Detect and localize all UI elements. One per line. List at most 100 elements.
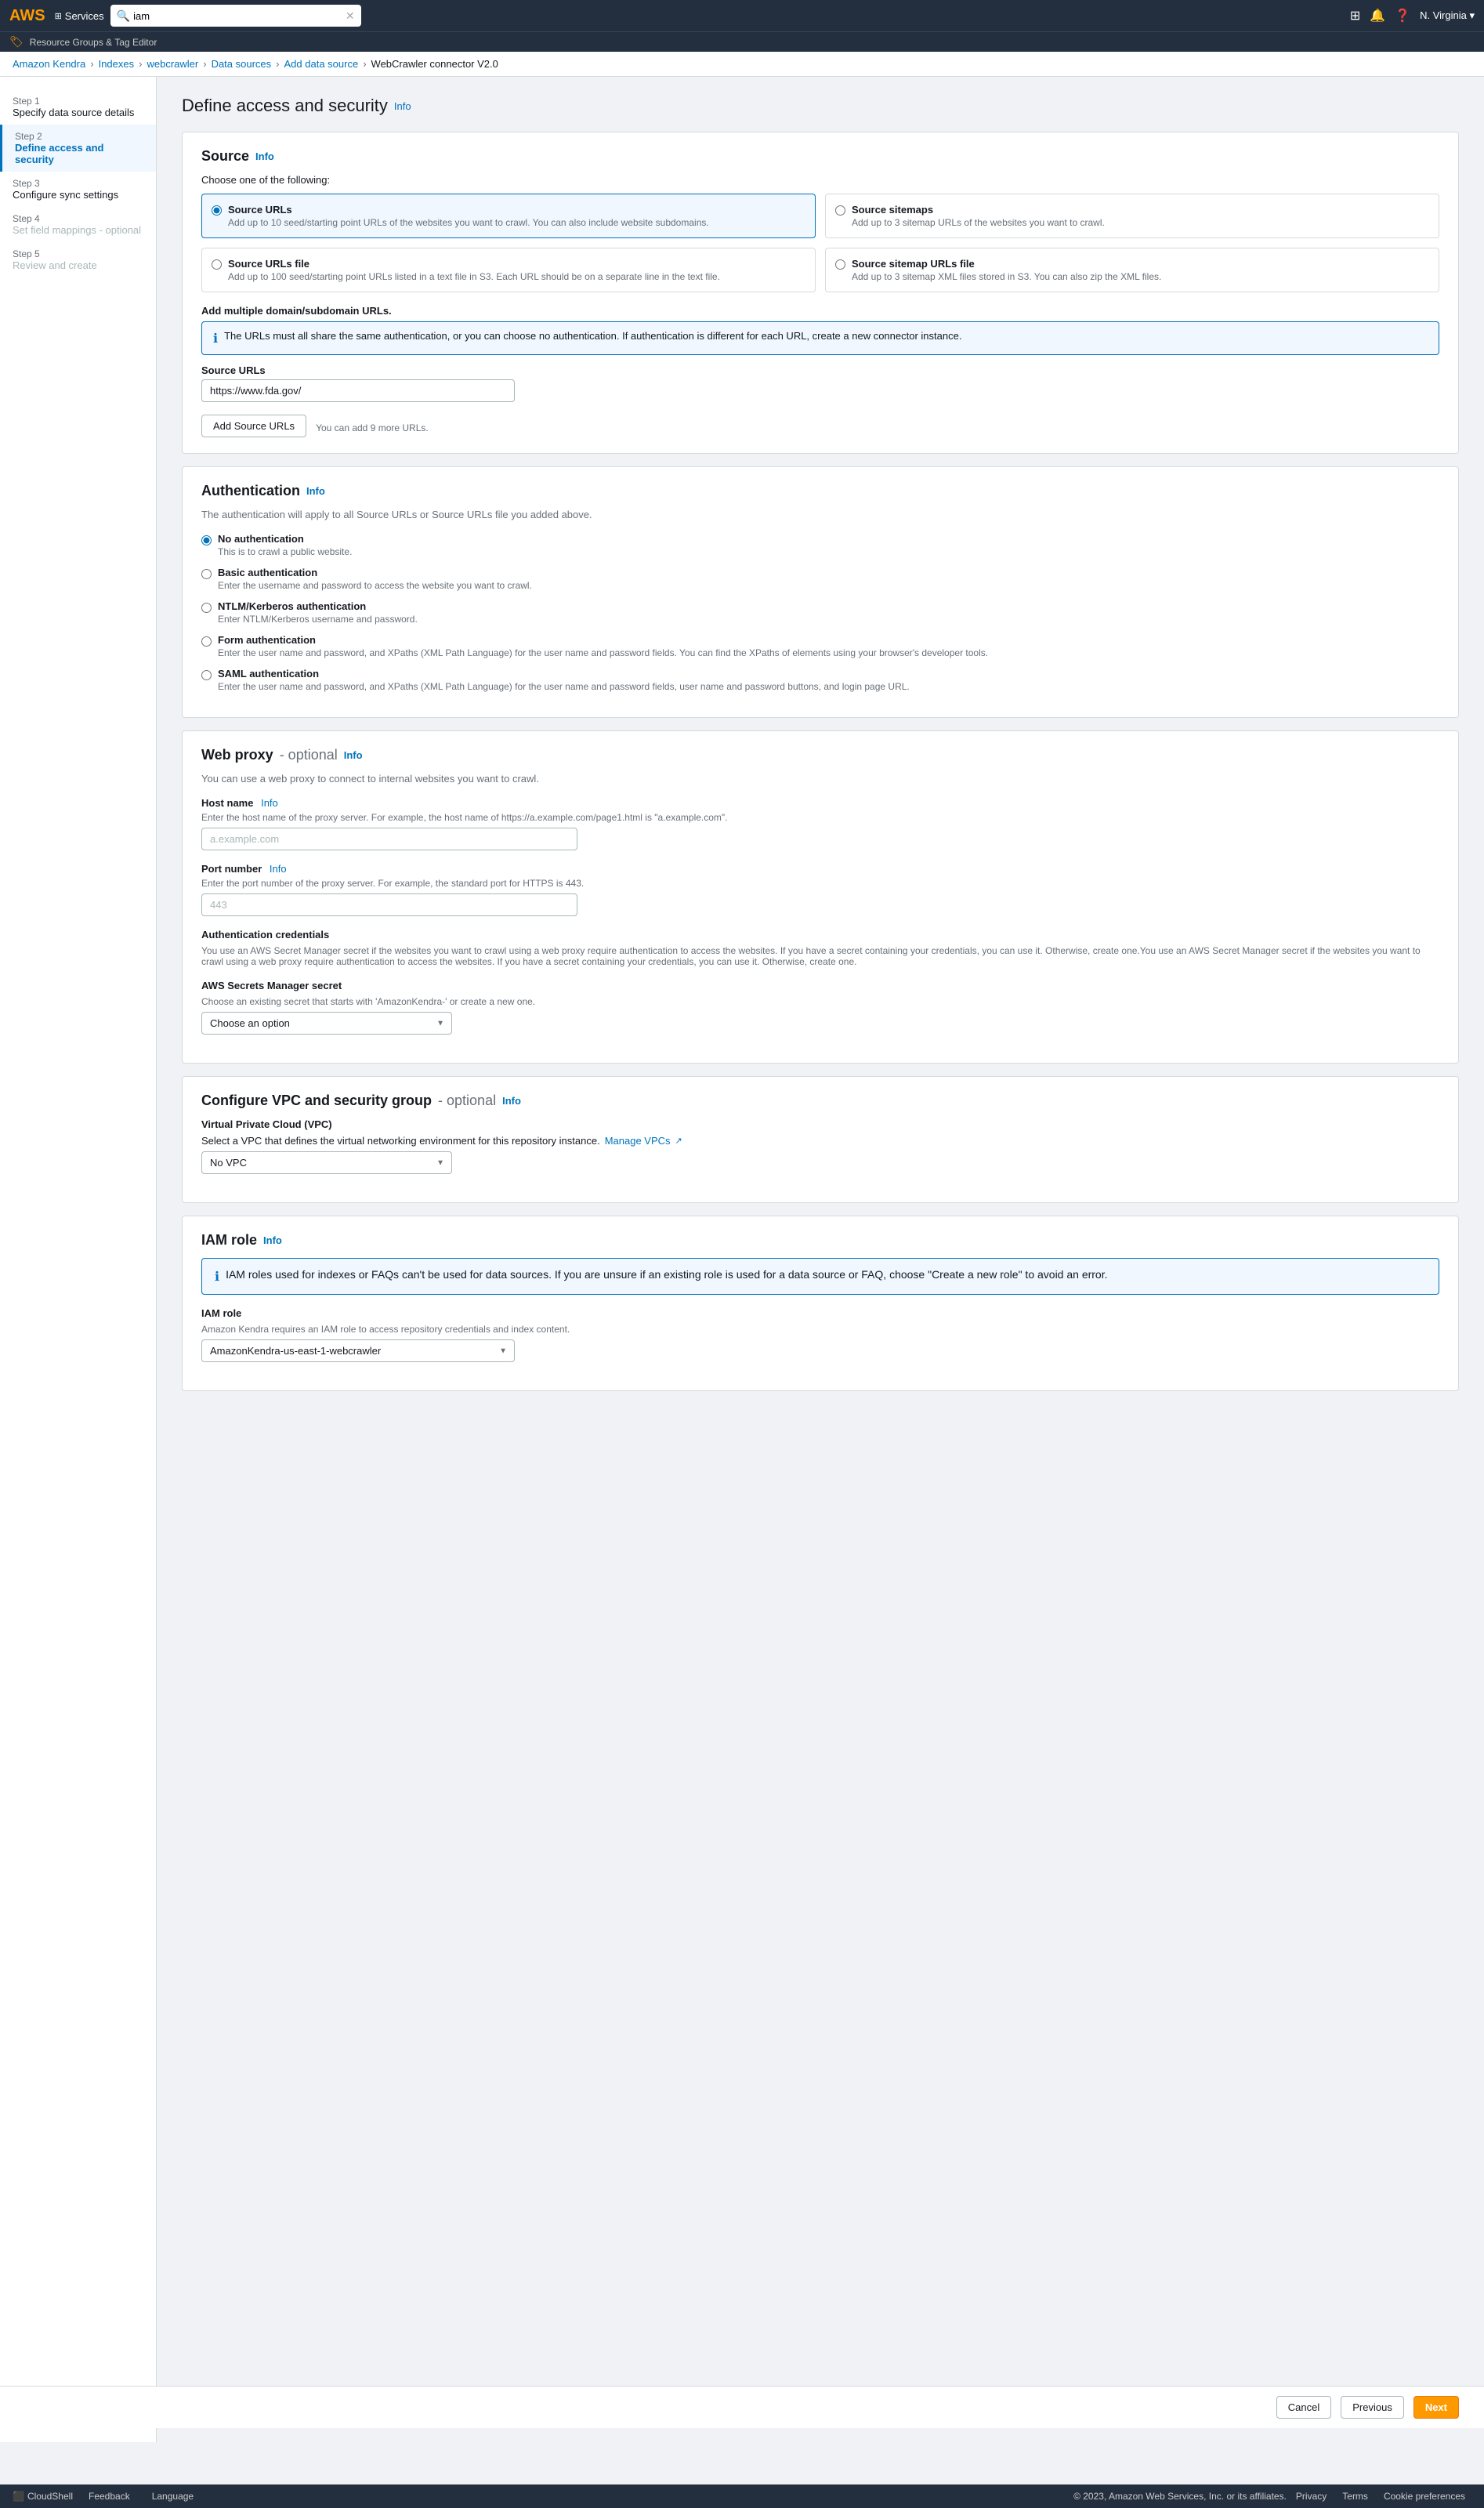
form-auth-desc: Enter the user name and password, and XP…	[218, 647, 988, 658]
resource-bar-icon: 🏷	[9, 35, 24, 49]
iam-role-section: IAM role Info ℹ IAM roles used for index…	[182, 1216, 1459, 1391]
step-1-title: Specify data source details	[13, 107, 143, 118]
breadcrumb-sep-1: ›	[90, 58, 93, 70]
no-auth-radio[interactable]	[201, 535, 212, 545]
sidebar-step-1[interactable]: Step 1 Specify data source details	[0, 89, 156, 125]
main-content: Define access and security Info Source I…	[157, 77, 1484, 2442]
breadcrumb: Amazon Kendra › Indexes › webcrawler › D…	[0, 52, 1484, 77]
source-sitemap-urls-file-radio[interactable]	[835, 259, 845, 270]
saml-auth-label-wrap: SAML authentication Enter the user name …	[218, 668, 910, 692]
source-urls-radio[interactable]	[212, 205, 222, 216]
port-number-info-link[interactable]: Info	[270, 863, 287, 875]
iam-role-select[interactable]: AmazonKendra-us-east-1-webcrawler	[201, 1339, 515, 1362]
services-menu[interactable]: ⊞ Services	[55, 10, 104, 22]
port-number-group: Port number Info Enter the port number o…	[201, 863, 1439, 916]
breadcrumb-data-sources[interactable]: Data sources	[212, 58, 272, 70]
aws-secret-select-wrap: Choose an option	[201, 1012, 452, 1035]
saml-auth-title: SAML authentication	[218, 668, 910, 680]
source-info-link[interactable]: Info	[255, 150, 274, 162]
sidebar-step-3[interactable]: Step 3 Configure sync settings	[0, 172, 156, 207]
resource-bar: 🏷 Resource Groups & Tag Editor	[0, 31, 1484, 52]
sidebar-step-5[interactable]: Step 5 Review and create	[0, 242, 156, 277]
source-url-input-wrap	[201, 379, 577, 402]
source-urls-file-desc: Add up to 100 seed/starting point URLs l…	[228, 271, 720, 282]
can-add-more-text: You can add 9 more URLs.	[316, 422, 429, 433]
footer-right: © 2023, Amazon Web Services, Inc. or its…	[1073, 2491, 1471, 2502]
cloudshell-link[interactable]: ⬛ CloudShell	[13, 2491, 73, 2502]
source-section: Source Info Choose one of the following:…	[182, 132, 1459, 454]
host-name-desc: Enter the host name of the proxy server.…	[201, 812, 1439, 823]
form-auth-label-wrap: Form authentication Enter the user name …	[218, 634, 988, 658]
basic-auth-row[interactable]: Basic authentication Enter the username …	[201, 567, 1439, 591]
source-urls-option[interactable]: Source URLs Add up to 10 seed/starting p…	[201, 194, 816, 238]
vpc-group: Virtual Private Cloud (VPC) Select a VPC…	[201, 1118, 1439, 1174]
iam-section-title: IAM role Info	[201, 1232, 1439, 1249]
source-sitemaps-radio[interactable]	[835, 205, 845, 216]
feedback-link[interactable]: Feedback	[89, 2491, 130, 2502]
web-proxy-optional-label: - optional	[280, 747, 338, 763]
vpc-select-wrap: No VPC	[201, 1151, 452, 1174]
grid-icon[interactable]: ⊞	[1350, 8, 1360, 24]
host-name-input[interactable]	[201, 828, 577, 850]
footer-bar: Cancel Previous Next	[0, 2386, 1484, 2428]
vpc-select[interactable]: No VPC	[201, 1151, 452, 1174]
vpc-info-link[interactable]: Info	[502, 1095, 521, 1107]
page-title-info[interactable]: Info	[394, 100, 411, 112]
cookie-preferences-link[interactable]: Cookie preferences	[1384, 2491, 1465, 2502]
no-auth-row[interactable]: No authentication This is to crawl a pub…	[201, 533, 1439, 557]
sidebar-step-4[interactable]: Step 4 Set field mappings - optional	[0, 207, 156, 242]
privacy-link[interactable]: Privacy	[1296, 2491, 1327, 2502]
saml-auth-radio[interactable]	[201, 670, 212, 680]
breadcrumb-amazon-kendra[interactable]: Amazon Kendra	[13, 58, 85, 70]
sidebar-step-2[interactable]: Step 2 Define access and security	[0, 125, 156, 172]
ntlm-auth-row[interactable]: NTLM/Kerberos authentication Enter NTLM/…	[201, 600, 1439, 625]
form-auth-radio[interactable]	[201, 636, 212, 647]
search-bar[interactable]: 🔍 ✕	[110, 5, 361, 27]
host-name-info-link[interactable]: Info	[261, 797, 278, 809]
source-section-title: Source Info	[201, 148, 1439, 165]
source-urls-label: Source URLs	[228, 204, 709, 216]
source-sitemaps-label: Source sitemaps	[852, 204, 1105, 216]
source-urls-file-radio[interactable]	[212, 259, 222, 270]
region-selector[interactable]: N. Virginia ▾	[1420, 9, 1475, 22]
vpc-desc-text: Select a VPC that defines the virtual ne…	[201, 1135, 600, 1147]
saml-auth-row[interactable]: SAML authentication Enter the user name …	[201, 668, 1439, 692]
add-source-urls-button[interactable]: Add Source URLs	[201, 415, 306, 437]
source-urls-file-option[interactable]: Source URLs file Add up to 100 seed/star…	[201, 248, 816, 292]
bell-icon[interactable]: 🔔	[1370, 8, 1385, 24]
breadcrumb-sep-5: ›	[363, 58, 366, 70]
auth-credentials-label: Authentication credentials	[201, 929, 1439, 940]
auth-description: The authentication will apply to all Sou…	[201, 509, 1439, 520]
vpc-title-text: Configure VPC and security group	[201, 1093, 432, 1109]
form-auth-row[interactable]: Form authentication Enter the user name …	[201, 634, 1439, 658]
search-input[interactable]	[133, 10, 342, 22]
web-proxy-info-link[interactable]: Info	[344, 749, 363, 761]
previous-button[interactable]: Previous	[1341, 2396, 1404, 2419]
basic-auth-radio[interactable]	[201, 569, 212, 579]
ntlm-auth-radio[interactable]	[201, 603, 212, 613]
step-4-title: Set field mappings - optional	[13, 224, 143, 236]
iam-info-link[interactable]: Info	[263, 1234, 282, 1246]
language-link[interactable]: Language	[152, 2491, 194, 2502]
source-urls-desc: Add up to 10 seed/starting point URLs of…	[228, 217, 709, 228]
aws-secret-select[interactable]: Choose an option	[201, 1012, 452, 1035]
breadcrumb-indexes[interactable]: Indexes	[99, 58, 135, 70]
port-number-input[interactable]	[201, 893, 577, 916]
source-url-input[interactable]	[201, 379, 515, 402]
terms-link[interactable]: Terms	[1342, 2491, 1368, 2502]
step-3-title: Configure sync settings	[13, 189, 143, 201]
source-sitemap-urls-file-option[interactable]: Source sitemap URLs file Add up to 3 sit…	[825, 248, 1439, 292]
auth-section-title: Authentication Info	[201, 483, 1439, 499]
breadcrumb-webcrawler[interactable]: webcrawler	[147, 58, 198, 70]
source-info-box-text: The URLs must all share the same authent…	[224, 330, 961, 342]
cancel-button[interactable]: Cancel	[1276, 2396, 1331, 2419]
search-clear-icon[interactable]: ✕	[346, 9, 355, 23]
help-icon[interactable]: ❓	[1395, 8, 1410, 24]
source-sitemaps-option[interactable]: Source sitemaps Add up to 3 sitemap URLs…	[825, 194, 1439, 238]
manage-vpcs-link[interactable]: Manage VPCs	[605, 1135, 671, 1147]
auth-info-link[interactable]: Info	[306, 485, 325, 497]
port-number-desc: Enter the port number of the proxy serve…	[201, 878, 1439, 889]
next-button[interactable]: Next	[1413, 2396, 1459, 2419]
auth-credentials-desc: You use an AWS Secret Manager secret if …	[201, 945, 1439, 967]
breadcrumb-add-data-source[interactable]: Add data source	[284, 58, 359, 70]
